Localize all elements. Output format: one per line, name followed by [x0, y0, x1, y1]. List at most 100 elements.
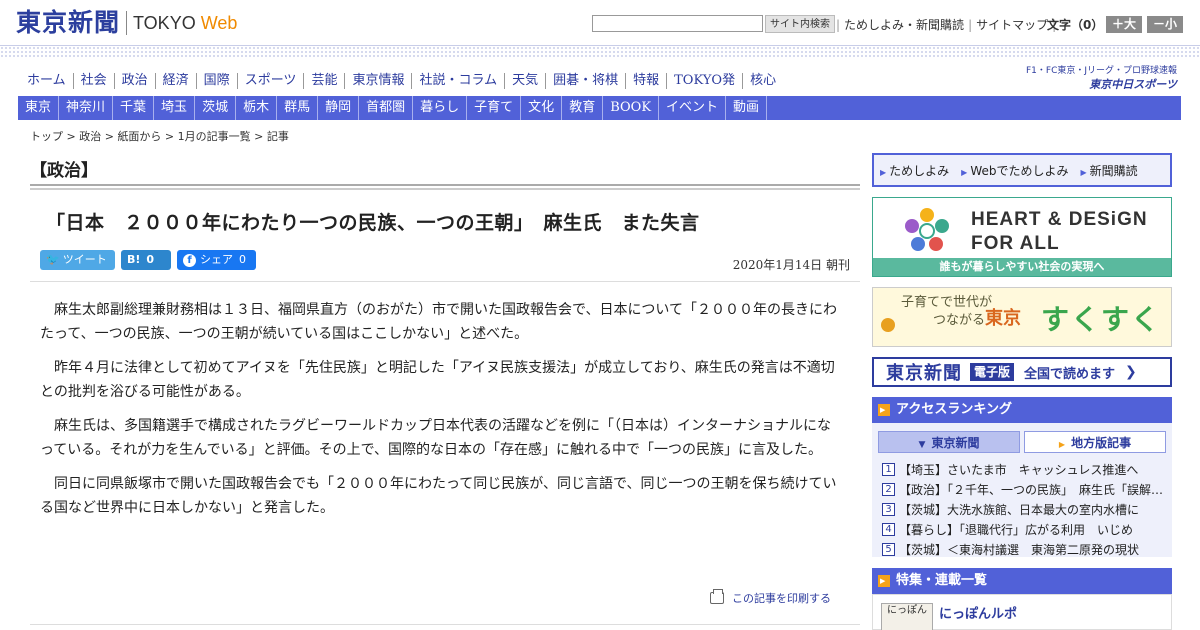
rank-text: 【暮らし】「退職代行」広がる利用 いじめ	[899, 522, 1134, 537]
rank-text: 【茨城】＜東海村議選 東海第二原発の現状	[899, 542, 1140, 557]
region-nav-item[interactable]: 首都圏	[359, 96, 414, 120]
sukusuku-name: すくすく	[1041, 303, 1162, 336]
main-nav-item[interactable]: 天気	[505, 73, 547, 89]
region-nav-item[interactable]: 教育	[562, 96, 604, 120]
sukusuku-banner[interactable]: 子育てで世代が つながる 東京 すくすく	[872, 287, 1172, 347]
region-nav-item[interactable]: 群馬	[277, 96, 319, 120]
region-nav-item[interactable]: 茨城	[195, 96, 237, 120]
region-nav-item[interactable]: 静岡	[318, 96, 360, 120]
ranking-title: アクセスランキング	[896, 402, 1012, 417]
rank-text: 【茨城】大洗水族館、日本最大の室内水槽に	[899, 502, 1140, 517]
header-link-separator: |	[836, 17, 841, 32]
ranking-item[interactable]: 4 【暮らし】「退職代行」広がる利用 いじめ	[882, 519, 1167, 539]
digital-edition-name: 東京新聞	[886, 363, 962, 384]
site-search-input[interactable]	[592, 15, 763, 32]
region-nav-item[interactable]: 文化	[521, 96, 563, 120]
hatena-bookmark-button[interactable]: B! 0	[121, 250, 171, 270]
main-nav-item[interactable]: 社会	[74, 73, 115, 89]
header-link-subscribe[interactable]: ためしよみ・新聞購読	[844, 16, 964, 33]
main-nav-item[interactable]: スポーツ	[238, 73, 305, 89]
features-title: 特集・連載一覧	[896, 573, 988, 588]
header-link-separator: |	[968, 17, 973, 32]
facebook-share-button[interactable]: f シェア 0	[177, 250, 256, 270]
region-nav-item[interactable]: 神奈川	[59, 96, 114, 120]
main-nav-item[interactable]: 囲碁・将棋	[546, 73, 627, 89]
ranking-item[interactable]: 2 【政治】「２千年、一つの民族」 麻生氏「誤解なら	[882, 479, 1167, 499]
main-nav-item[interactable]: 特報	[626, 73, 668, 89]
ranking-item[interactable]: 1 【埼玉】さいたま市 キャッシュレス推進へ	[882, 459, 1167, 479]
article-paragraph: 同日に同県飯塚市で開いた国政報告会でも「２０００年にわたって同じ民族が、同じ言語…	[40, 476, 837, 516]
rank-text: 【政治】「２千年、一つの民族」 麻生氏「誤解なら	[899, 482, 1167, 497]
region-nav-item[interactable]: 栃木	[236, 96, 278, 120]
region-nav-item[interactable]: 動画	[726, 96, 768, 120]
nippon-rupo-thumbnail[interactable]: にっぽん	[881, 603, 933, 630]
main-nav-item[interactable]: ホーム	[20, 73, 74, 89]
ranking-item[interactable]: 3 【茨城】大洗水族館、日本最大の室内水槽に	[882, 499, 1167, 519]
breadcrumb-item: 記事	[266, 130, 289, 143]
main-nav-item[interactable]: 政治	[115, 73, 156, 89]
fb-share-count: 0	[239, 253, 246, 266]
region-nav-item[interactable]: 子育て	[467, 96, 522, 120]
rank-number: 1	[882, 462, 895, 476]
chunichi-line2: 東京中日スポーツ	[1089, 78, 1178, 91]
main-nav-item[interactable]: TOKYO発	[667, 73, 744, 89]
hatena-count: 0	[146, 253, 155, 266]
digital-edition-banner[interactable]: 東京新聞 電子版 全国で読めます ❯	[872, 357, 1172, 387]
breadcrumb-separator: >	[63, 130, 80, 143]
triangle-down-icon: ▼	[918, 440, 926, 450]
heart-design-line1: HEART & DESiGN	[971, 209, 1148, 230]
region-nav-item[interactable]: 千葉	[113, 96, 155, 120]
region-nav-item[interactable]: 埼玉	[154, 96, 196, 120]
breadcrumb-item[interactable]: トップ	[30, 130, 63, 143]
digital-edition-tag: 電子版	[970, 363, 1015, 381]
breadcrumb: トップ > 政治 > 紙面から > 1月の記事一覧 > 記事	[30, 128, 289, 144]
sidebar-link-tameshi[interactable]: ためしよみ	[880, 162, 949, 179]
tweet-button[interactable]: 🐦 ツイート	[40, 250, 115, 270]
heart-design-line2: FOR ALL	[971, 233, 1060, 254]
print-label: この記事を印刷する	[732, 592, 831, 605]
printer-icon	[710, 589, 724, 604]
ranking-tab-regional[interactable]: ▶ 地方版記事	[1024, 431, 1166, 453]
article-date: 2020年1月14日 朝刊	[732, 258, 850, 272]
font-size-label: 文字（0）	[1047, 18, 1104, 32]
hatena-label: B!	[127, 253, 141, 266]
breadcrumb-item[interactable]: 政治	[79, 130, 101, 143]
breadcrumb-item[interactable]: 紙面から	[117, 130, 161, 143]
heart-design-title: HEART & DESiGN FOR ALL	[971, 208, 1148, 256]
ranking-tab-tokyo-label: 東京新聞	[931, 436, 980, 450]
article-paragraph: 昨年４月に法律として初めてアイヌを「先住民族」と明記した「アイヌ民族支援法」が成…	[40, 360, 835, 400]
sidebar-link-subscribe[interactable]: 新聞購読	[1081, 162, 1138, 179]
chunichi-sports-link[interactable]: F1・FC東京・Jリーグ・プロ野球速報 東京中日スポーツ	[1026, 63, 1177, 92]
article-paragraph: 麻生氏は、多国籍選手で構成されたラグビーワールドカップ日本代表の活躍などを例に「…	[40, 418, 831, 458]
site-logo[interactable]: 東京新聞 TOKYO Web	[16, 8, 237, 38]
twitter-bird-icon: 🐦	[46, 253, 60, 266]
main-nav-item[interactable]: 芸能	[304, 73, 346, 89]
site-search-button[interactable]: サイト内検索	[765, 15, 835, 33]
main-nav-item[interactable]: 社説・コラム	[412, 73, 506, 89]
main-nav-item[interactable]: 東京情報	[345, 73, 413, 89]
font-larger-button[interactable]: ＋大	[1106, 16, 1142, 33]
article-bottom-divider	[30, 624, 860, 625]
rank-text: 【埼玉】さいたま市 キャッシュレス推進へ	[899, 462, 1139, 477]
region-nav-item[interactable]: BOOK	[603, 96, 660, 120]
main-nav: ホーム 社会 政治 経済 国際 スポーツ 芸能 東京情報 社説・コラム 天気 囲碁・将棋 特報 TOKY…	[20, 70, 783, 92]
logo-separator	[126, 11, 128, 35]
region-nav-item[interactable]: 暮らし	[413, 96, 468, 120]
heart-design-banner[interactable]: HEART & DESiGN FOR ALL 誰もが暮らしやすい社会の実現へ	[872, 197, 1172, 277]
ranking-tab-tokyo[interactable]: ▼ 東京新聞	[878, 431, 1020, 453]
main-nav-item[interactable]: 経済	[156, 73, 197, 89]
breadcrumb-item[interactable]: 1月の記事一覧	[178, 130, 251, 143]
header-links: | ためしよみ・新聞購読 | サイトマップ |	[832, 16, 1060, 33]
sidebar-link-web-tameshi[interactable]: Webでためしよみ	[961, 162, 1068, 179]
article-title: 「日本 ２０００年にわたり一つの民族、一つの王朝」 麻生氏 また失言	[46, 212, 700, 234]
font-smaller-button[interactable]: －小	[1147, 16, 1183, 33]
nippon-rupo-link[interactable]: にっぽんルポ	[939, 603, 1017, 622]
ranking-list: 1 【埼玉】さいたま市 キャッシュレス推進へ 2 【政治】「２千年、一つの民族」 麻…	[882, 459, 1167, 559]
main-nav-item[interactable]: 国際	[197, 73, 238, 89]
region-nav-item[interactable]: 東京	[18, 96, 60, 120]
print-article-link[interactable]: この記事を印刷する	[710, 589, 831, 606]
region-nav-item[interactable]: イベント	[659, 96, 727, 120]
main-nav-item[interactable]: 核心	[743, 73, 783, 89]
ranking-item[interactable]: 5 【茨城】＜東海村議選 東海第二原発の現状	[882, 539, 1167, 559]
header-link-sitemap[interactable]: サイトマップ	[976, 16, 1048, 33]
